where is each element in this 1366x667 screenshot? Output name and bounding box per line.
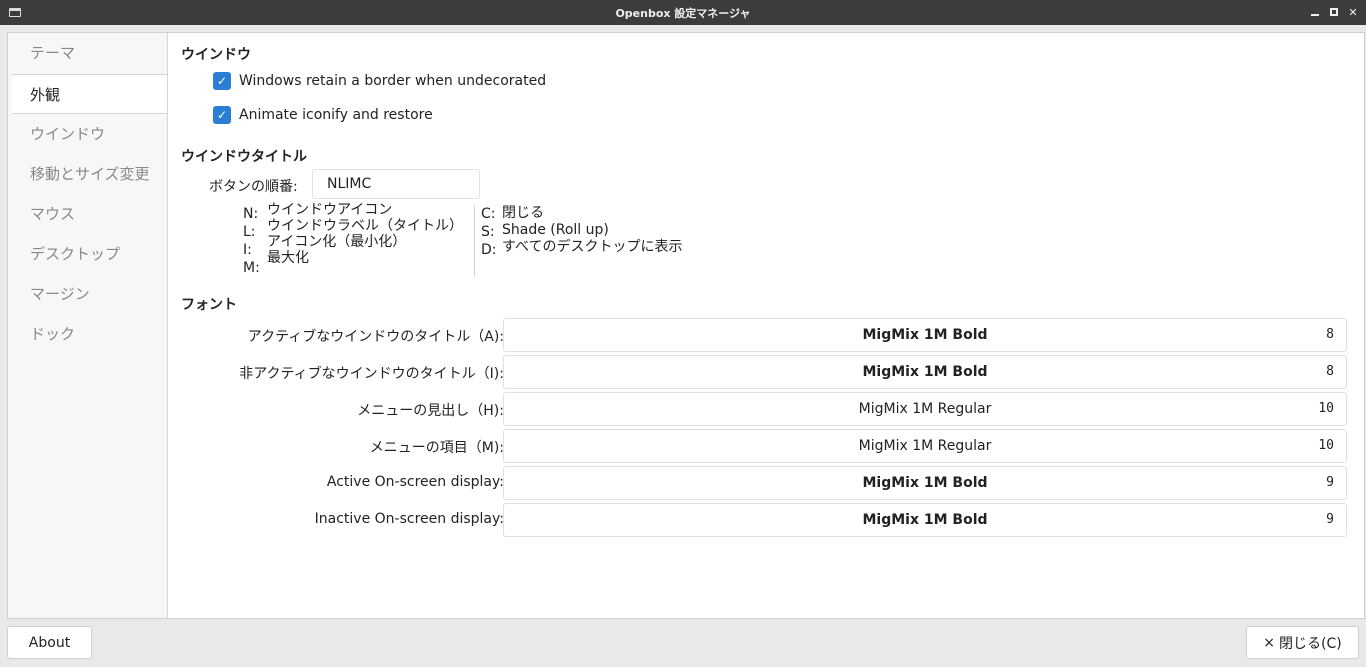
legend-value: 最大化 (267, 250, 309, 266)
close-icon: × (1263, 634, 1276, 651)
maximize-icon[interactable] (1327, 4, 1341, 20)
legend-key: N: (243, 206, 259, 222)
font-row-menu-item: メニューの項目（M): MigMix 1M Regular 10 (169, 429, 1359, 463)
font-name: MigMix 1M Bold (862, 475, 988, 491)
legend-value: 閉じる (502, 205, 544, 221)
option-label: Animate iconify and restore (239, 107, 433, 123)
font-row-label: Inactive On-screen display: (314, 511, 504, 527)
font-row-label: メニューの見出し（H): (357, 403, 504, 419)
window-controls: ✕ (1308, 4, 1360, 20)
font-name: MigMix 1M Bold (862, 327, 988, 343)
font-row-menu-header: メニューの見出し（H): MigMix 1M Regular 10 (169, 392, 1359, 426)
close-window-icon[interactable]: ✕ (1346, 4, 1360, 20)
section-title-windows: ウインドウ (181, 47, 251, 63)
font-row-label: 非アクティブなウインドウのタイトル（I): (239, 366, 504, 382)
window-titlebar[interactable]: Openbox 設定マネージャ ✕ (0, 0, 1366, 25)
legend-key: D: (481, 242, 497, 258)
settings-window: テーマ 外観 ウインドウ 移動とサイズ変更 マウス デスクトップ マージン ドッ… (7, 32, 1365, 619)
legend-value: Shade (Roll up) (502, 222, 609, 238)
font-chooser-button[interactable]: MigMix 1M Regular 10 (503, 392, 1347, 426)
legend-divider (474, 205, 475, 277)
close-button-label: 閉じる(C) (1279, 635, 1342, 652)
font-name: MigMix 1M Regular (858, 438, 992, 454)
font-row-inactive-title: 非アクティブなウインドウのタイトル（I): MigMix 1M Bold 8 (169, 355, 1359, 389)
font-size: 9 (1326, 512, 1334, 527)
option-animate-iconify[interactable]: ✓ Animate iconify and restore (213, 106, 433, 124)
font-chooser-button[interactable]: MigMix 1M Bold 8 (503, 318, 1347, 352)
font-row-inactive-osd: Inactive On-screen display: MigMix 1M Bo… (169, 503, 1359, 537)
section-title-titlebar: ウインドウタイトル (181, 149, 307, 165)
font-size: 8 (1326, 327, 1334, 342)
sidebar-item-margins[interactable]: マージン (8, 274, 167, 314)
font-name: MigMix 1M Bold (862, 364, 988, 380)
appearance-panel: ウインドウ ✓ Windows retain a border when und… (169, 33, 1364, 618)
legend-key: I: (243, 242, 252, 258)
font-size: 8 (1326, 364, 1334, 379)
sidebar-item-desktops[interactable]: デスクトップ (8, 234, 167, 274)
sidebar-item-dock[interactable]: ドック (8, 314, 167, 354)
minimize-icon[interactable] (1308, 4, 1322, 20)
legend-key: C: (481, 206, 496, 222)
font-row-label: Active On-screen display: (326, 474, 504, 490)
font-chooser-button[interactable]: MigMix 1M Regular 10 (503, 429, 1347, 463)
font-chooser-button[interactable]: MigMix 1M Bold 9 (503, 503, 1347, 537)
button-order-label: ボタンの順番: (209, 179, 298, 195)
legend-value: ウインドウラベル（タイトル） (267, 218, 463, 234)
option-label: Windows retain a border when undecorated (239, 73, 547, 89)
legend-key: S: (481, 224, 495, 240)
font-row-active-title: アクティブなウインドウのタイトル（A): MigMix 1M Bold 8 (169, 318, 1359, 352)
sidebar-item-appearance[interactable]: 外観 (12, 74, 167, 114)
sidebar: テーマ 外観 ウインドウ 移動とサイズ変更 マウス デスクトップ マージン ドッ… (8, 33, 168, 618)
checkbox-checked-icon[interactable]: ✓ (213, 106, 231, 124)
legend-key: L: (243, 224, 256, 240)
option-retain-border[interactable]: ✓ Windows retain a border when undecorat… (213, 72, 546, 90)
legend-value: ウインドウアイコン (267, 202, 393, 218)
legend-value: すべてのデスクトップに表示 (502, 239, 683, 255)
font-size: 10 (1318, 438, 1334, 453)
sidebar-item-windows[interactable]: ウインドウ (8, 114, 167, 154)
font-chooser-button[interactable]: MigMix 1M Bold 8 (503, 355, 1347, 389)
legend-key: M: (243, 260, 260, 276)
section-title-fonts: フォント (181, 297, 237, 313)
sidebar-item-move-resize[interactable]: 移動とサイズ変更 (8, 154, 167, 194)
font-row-label: アクティブなウインドウのタイトル（A): (247, 329, 504, 345)
font-row-active-osd: Active On-screen display: MigMix 1M Bold… (169, 466, 1359, 500)
font-name: MigMix 1M Bold (862, 512, 988, 528)
checkbox-checked-icon[interactable]: ✓ (213, 72, 231, 90)
font-row-label: メニューの項目（M): (369, 440, 504, 456)
font-size: 10 (1318, 401, 1334, 416)
sidebar-item-mouse[interactable]: マウス (8, 194, 167, 234)
sidebar-item-theme[interactable]: テーマ (8, 33, 167, 73)
button-order-input[interactable]: NLIMC (312, 169, 480, 199)
about-button[interactable]: About (7, 626, 92, 659)
app-icon (9, 8, 21, 17)
legend-value: アイコン化（最小化） (267, 234, 407, 250)
font-size: 9 (1326, 475, 1334, 490)
font-name: MigMix 1M Regular (858, 401, 992, 417)
window-title: Openbox 設定マネージャ (615, 6, 751, 20)
font-chooser-button[interactable]: MigMix 1M Bold 9 (503, 466, 1347, 500)
close-button[interactable]: × 閉じる(C) (1246, 626, 1359, 659)
